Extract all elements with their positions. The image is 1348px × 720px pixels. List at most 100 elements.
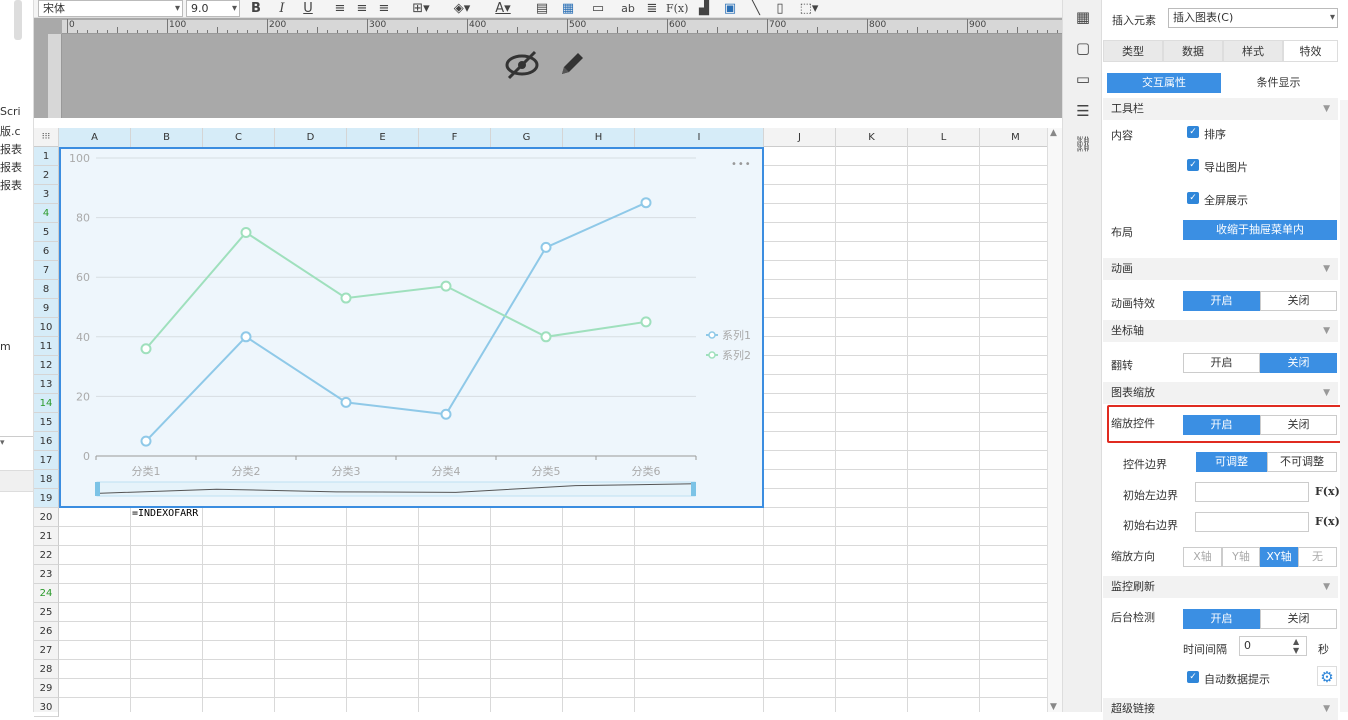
row-header[interactable]: 26 — [34, 622, 59, 641]
column-header[interactable]: K — [836, 128, 908, 147]
cell-properties-icon[interactable]: ▦ — [1073, 7, 1093, 27]
background-check-on-button[interactable]: 开启 — [1183, 609, 1260, 629]
row-header[interactable]: 22 — [34, 546, 59, 565]
collapse-icon[interactable]: ▾ — [0, 438, 5, 448]
axis-section-header[interactable]: 坐标轴 ▼ — [1103, 320, 1338, 342]
row-header[interactable]: 12 — [34, 356, 59, 375]
layout-button[interactable]: 收缩于抽屉菜单内 — [1183, 220, 1337, 240]
column-header[interactable]: C — [203, 128, 275, 147]
background-check-off-button[interactable]: 关闭 — [1260, 609, 1337, 629]
tab-data[interactable]: 数据 — [1163, 40, 1223, 62]
format-painter-icon[interactable]: ▤ — [534, 0, 550, 17]
align-left-icon[interactable]: ≡ — [332, 0, 348, 17]
animation-section-header[interactable]: 动画 ▼ — [1103, 258, 1338, 280]
row-header[interactable]: 6 — [34, 242, 59, 261]
bar-chart-icon[interactable]: ▟ — [696, 0, 712, 17]
row-header[interactable]: 5 — [34, 223, 59, 242]
font-size-select[interactable]: 9.0 ▾ — [186, 0, 240, 17]
file-item[interactable]: 报表 — [0, 141, 22, 157]
column-header[interactable]: D — [275, 128, 347, 147]
file-item[interactable]: Scri — [0, 105, 21, 118]
zoom-dir-xy-button[interactable]: XY轴 — [1260, 547, 1298, 567]
column-header[interactable]: L — [908, 128, 980, 147]
column-header[interactable]: H — [563, 128, 635, 147]
row-header[interactable]: 20 — [34, 508, 59, 527]
bound-fixed-button[interactable]: 不可调整 — [1267, 452, 1337, 472]
sort-checkbox[interactable]: ✓ — [1187, 126, 1199, 138]
file-item[interactable]: 报表 — [0, 159, 22, 175]
zoom-section-header[interactable]: 图表缩放 ▼ — [1103, 382, 1338, 404]
row-header[interactable]: 10 — [34, 318, 59, 337]
chart-container[interactable]: 0 20 40 60 80 100 分类1 分类2 分类3 分类4 分类5 分类6 系列1 系列2 ••• — [59, 147, 764, 508]
insert-element-select[interactable]: 插入图表(C) ▾ — [1168, 8, 1338, 28]
scroll-down-icon[interactable]: ▼ — [1050, 702, 1057, 712]
image-icon[interactable]: ▣ — [722, 0, 738, 17]
widget-icon[interactable]: ▭ — [1073, 69, 1093, 89]
init-left-formula-button[interactable]: F(x) — [1315, 482, 1340, 502]
align-right-icon[interactable]: ≡ — [376, 0, 392, 17]
monitor-section-header[interactable]: 监控刷新 ▼ — [1103, 576, 1338, 598]
flip-off-button[interactable]: 关闭 — [1260, 353, 1337, 373]
underline-button[interactable]: U — [300, 0, 316, 17]
animation-off-button[interactable]: 关闭 — [1260, 291, 1337, 311]
hide-eye-icon[interactable] — [504, 50, 540, 80]
row-header[interactable]: 14 — [34, 394, 59, 413]
font-family-select[interactable]: 宋体 ▾ — [38, 0, 183, 17]
column-header[interactable]: B — [131, 128, 203, 147]
export-image-checkbox[interactable]: ✓ — [1187, 159, 1199, 171]
italic-button[interactable]: I — [274, 0, 290, 17]
row-header[interactable]: 25 — [34, 603, 59, 622]
settings-gear-icon[interactable]: ⚙ — [1317, 666, 1337, 686]
column-header[interactable]: F — [419, 128, 491, 147]
auto-tip-checkbox[interactable]: ✓ — [1187, 671, 1199, 683]
row-header[interactable]: 23 — [34, 565, 59, 584]
row-header[interactable]: 2 — [34, 166, 59, 185]
column-header[interactable]: E — [347, 128, 419, 147]
row-header[interactable]: 24 — [34, 584, 59, 603]
row-header[interactable]: 29 — [34, 679, 59, 698]
zoom-dir-x-button[interactable]: X轴 — [1183, 547, 1222, 567]
bold-button[interactable]: B — [248, 0, 264, 17]
row-header[interactable]: 4 — [34, 204, 59, 223]
row-header[interactable]: 1 — [34, 147, 59, 166]
row-header[interactable]: 27 — [34, 641, 59, 660]
more-options-icon[interactable]: ••• — [731, 159, 752, 170]
vertical-scrollbar[interactable]: ▲ ▼ — [1047, 128, 1062, 712]
row-header[interactable]: 11 — [34, 337, 59, 356]
zoom-dir-none-button[interactable]: 无 — [1298, 547, 1337, 567]
bound-adjustable-button[interactable]: 可调整 — [1196, 452, 1267, 472]
row-header[interactable]: 15 — [34, 413, 59, 432]
flip-on-button[interactable]: 开启 — [1183, 353, 1260, 373]
row-header[interactable]: 30 — [34, 698, 59, 717]
zoom-control-off-button[interactable]: 关闭 — [1260, 415, 1337, 435]
font-color-icon[interactable]: A▾ — [488, 0, 518, 17]
select-all-icon[interactable]: ⁝⁝⁝ — [34, 128, 59, 147]
fullscreen-checkbox[interactable]: ✓ — [1187, 192, 1199, 204]
scroll-up-icon[interactable]: ▲ — [1050, 128, 1057, 138]
table-icon[interactable]: ▦ — [560, 0, 576, 17]
row-header[interactable]: 17 — [34, 451, 59, 470]
hyperlink-icon[interactable]: ⛓ — [1073, 134, 1093, 154]
row-header[interactable]: 16 — [34, 432, 59, 451]
zoom-control-on-button[interactable]: 开启 — [1183, 415, 1260, 435]
column-header[interactable]: G — [491, 128, 563, 147]
condition-icon[interactable]: ☰ — [1073, 101, 1093, 121]
column-header[interactable]: M — [980, 128, 1052, 147]
text-tool-button[interactable]: ab — [618, 0, 638, 17]
edit-pencil-icon[interactable] — [556, 48, 588, 80]
formula-button[interactable]: F(x) — [666, 0, 688, 17]
file-item[interactable]: 版.c — [0, 123, 21, 139]
merge-icon[interactable]: ▭ — [590, 0, 606, 17]
border-icon[interactable]: ⊞▾ — [408, 0, 434, 17]
init-right-formula-button[interactable]: F(x) — [1315, 512, 1340, 532]
subtab-condition-display[interactable]: 条件显示 — [1221, 73, 1336, 93]
file-item[interactable]: m — [0, 340, 11, 353]
row-header[interactable]: 13 — [34, 375, 59, 394]
interval-stepper-icon[interactable]: ▲ ▼ — [1293, 637, 1299, 655]
wrap-icon[interactable]: ≣ — [644, 0, 660, 17]
animation-on-button[interactable]: 开启 — [1183, 291, 1260, 311]
fill-color-icon[interactable]: ◈▾ — [448, 0, 476, 17]
row-header[interactable]: 28 — [34, 660, 59, 679]
cell-element-icon[interactable]: ▢ — [1073, 38, 1093, 58]
tab-style[interactable]: 样式 — [1223, 40, 1283, 62]
